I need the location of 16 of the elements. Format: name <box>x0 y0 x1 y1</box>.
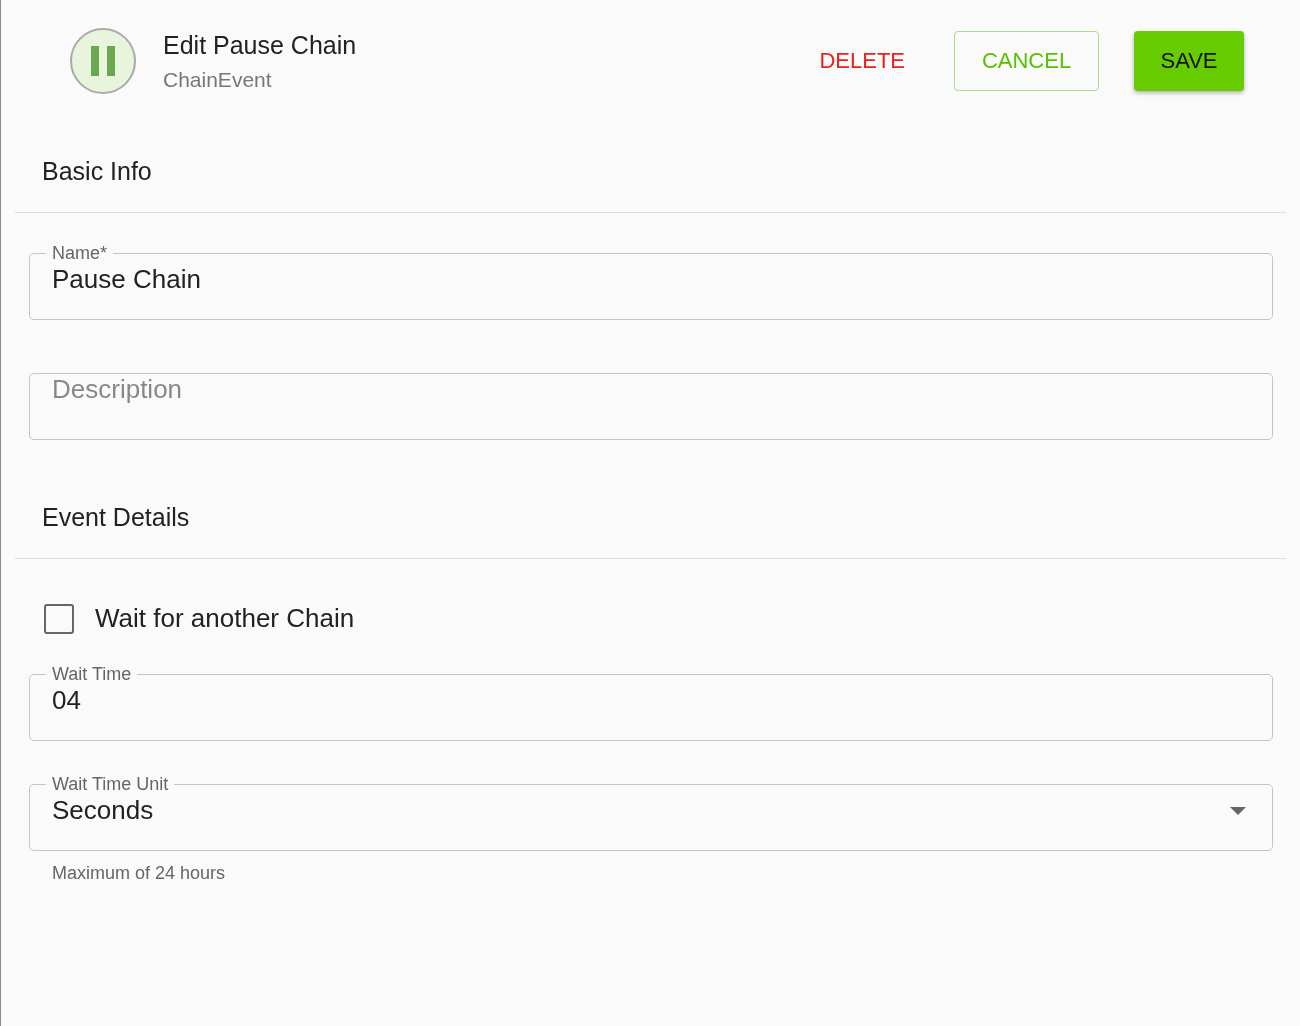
checkbox[interactable] <box>44 603 74 634</box>
dialog-subtitle: ChainEvent <box>163 67 273 92</box>
dropdown-icon <box>1230 806 1246 815</box>
checkbox-label: Wait for another Chain <box>95 603 355 634</box>
section-heading: Event Details <box>41 502 191 532</box>
dialog-title: Edit Pause Chain <box>163 30 358 60</box>
select-field[interactable]: Wait Time Unit Seconds <box>29 774 1273 851</box>
field-label: Wait Time <box>51 664 133 685</box>
section-heading: Basic Info <box>41 156 153 186</box>
field-label: Name* <box>51 243 109 264</box>
action-button[interactable]: SAVE <box>1134 31 1244 91</box>
input-field[interactable]: Wait Time 04 <box>29 664 1273 741</box>
input-field[interactable]: Name* Pause Chain <box>29 243 1273 320</box>
field-label: Wait Time Unit <box>51 774 170 795</box>
action-button[interactable]: DELETE <box>805 31 919 91</box>
helper-text: Maximum of 24 hours <box>51 862 227 884</box>
